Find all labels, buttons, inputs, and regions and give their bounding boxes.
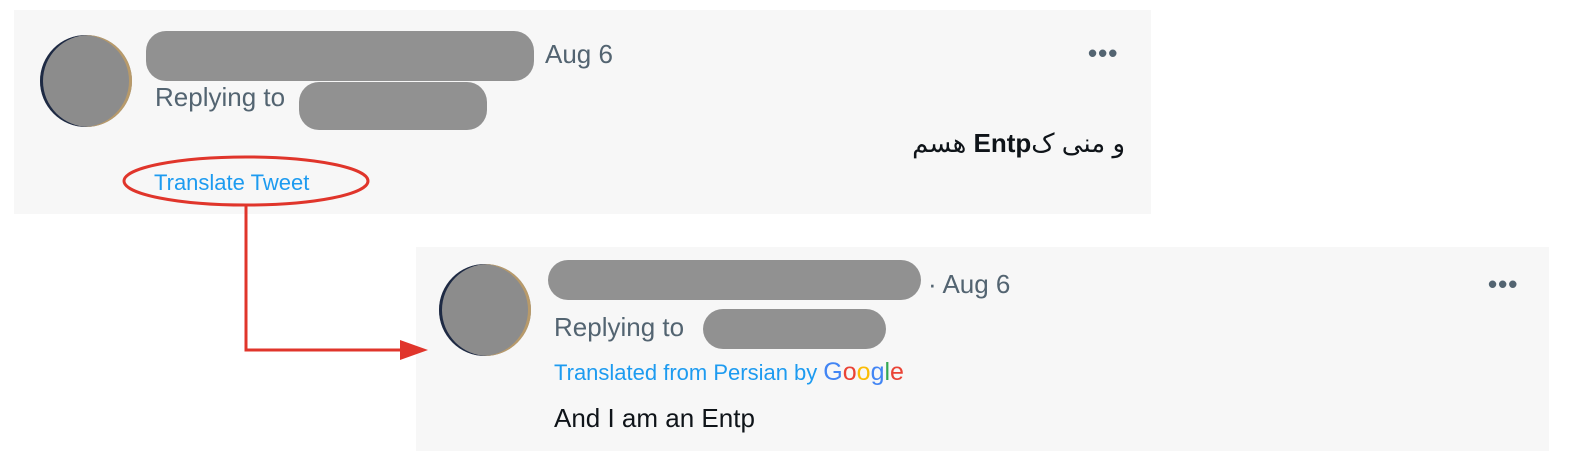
avatar[interactable] — [439, 264, 531, 356]
tweet-text-prefix: و منی ک — [1031, 128, 1125, 158]
tweet-text: و منی کEntp هسم — [912, 128, 1125, 159]
replying-to-label: Replying to — [554, 312, 685, 342]
tweet-text-suffix: هسم — [912, 128, 974, 158]
translate-tweet-link[interactable]: Translate Tweet — [154, 170, 309, 196]
redacted-reply-handle — [703, 309, 886, 349]
replying-to-label: Replying to — [155, 82, 286, 112]
translated-tweet-card[interactable]: · Aug 6 ••• Replying to Translated from … — [416, 247, 1549, 451]
tweet-date[interactable]: · Aug 6 — [928, 269, 1010, 300]
translated-tweet-text: And I am an Entp — [554, 403, 755, 433]
redacted-username — [548, 260, 921, 300]
google-logo: Google — [823, 358, 904, 386]
more-options-icon[interactable]: ••• — [1488, 269, 1518, 300]
translated-from-text: Translated from Persian by — [554, 360, 818, 385]
redacted-username — [146, 31, 534, 81]
more-options-icon[interactable]: ••• — [1088, 38, 1118, 69]
avatar[interactable] — [40, 35, 132, 127]
tweet-date[interactable]: Aug 6 — [545, 39, 613, 70]
redacted-reply-handle — [299, 82, 487, 130]
original-tweet-card[interactable]: Aug 6 ••• Replying to و منی کEntp هسم Tr… — [14, 10, 1151, 214]
arrow-line — [244, 206, 400, 352]
tweet-text-bold: Entp — [973, 128, 1032, 158]
translated-from-label: Translated from Persian by Google — [554, 358, 904, 387]
